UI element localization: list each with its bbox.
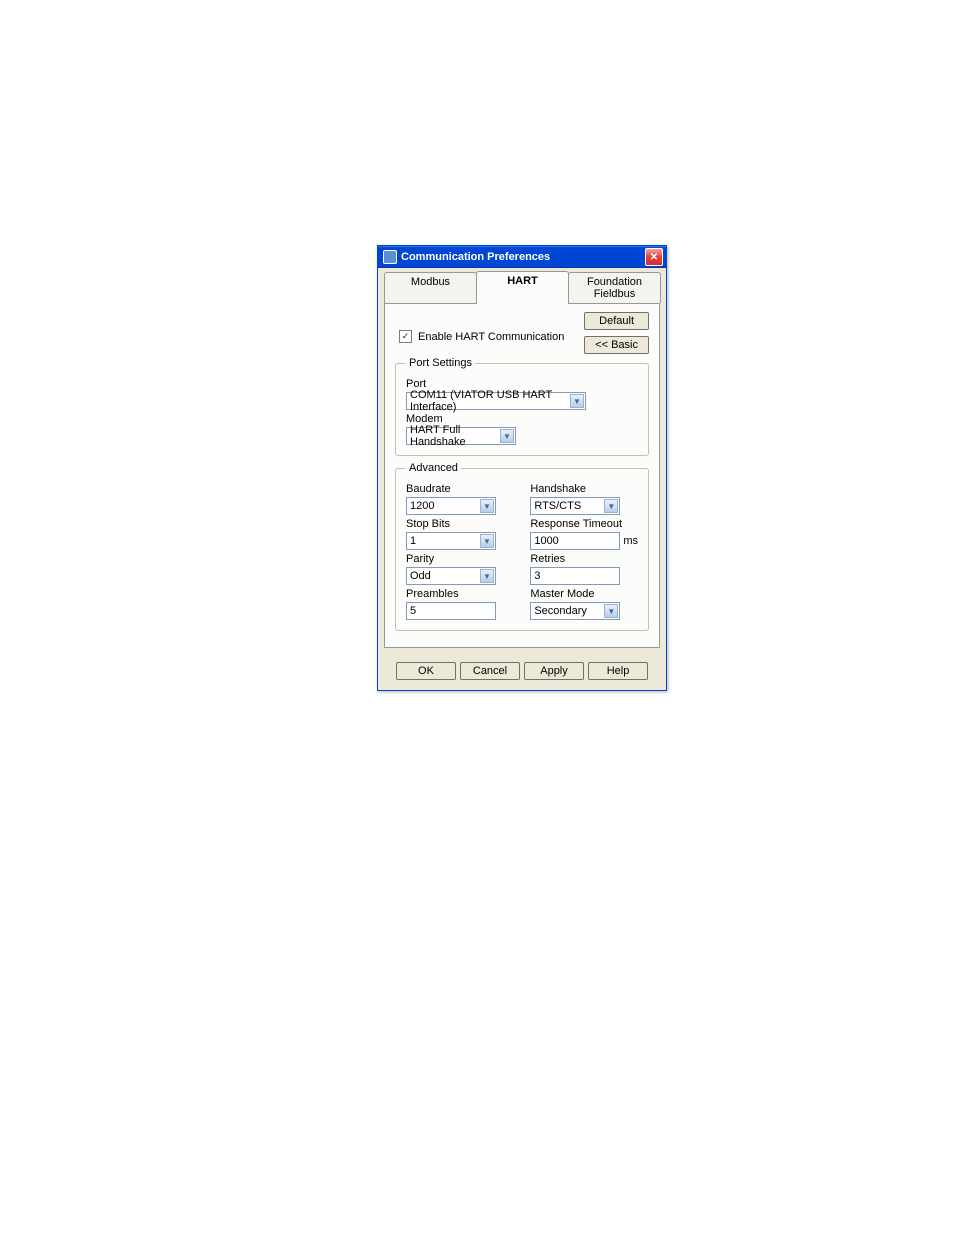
basic-button[interactable]: << Basic — [584, 336, 649, 354]
timeout-value: 1000 — [534, 535, 558, 547]
timeout-unit: ms — [623, 535, 638, 547]
tab-label: Foundation Fieldbus — [587, 276, 642, 300]
tab-foundation-fieldbus[interactable]: Foundation Fieldbus — [568, 272, 661, 303]
chevron-down-icon: ▼ — [480, 534, 494, 548]
close-button[interactable]: ✕ — [645, 248, 663, 266]
chevron-down-icon: ▼ — [570, 394, 584, 408]
retries-label: Retries — [530, 553, 638, 565]
timeout-field[interactable]: 1000 — [530, 532, 620, 550]
app-icon — [383, 250, 397, 264]
chevron-down-icon: ▼ — [480, 499, 494, 513]
tab-hart[interactable]: HART — [476, 271, 569, 304]
master-mode-select[interactable]: Secondary ▼ — [530, 602, 620, 620]
tab-label: HART — [507, 275, 538, 287]
port-select[interactable]: COM11 (VIATOR USB HART Interface) ▼ — [406, 392, 586, 410]
chevron-down-icon: ▼ — [480, 569, 494, 583]
tab-body-hart: Default << Basic ✓ Enable HART Communica… — [384, 303, 660, 648]
baudrate-label: Baudrate — [406, 483, 508, 495]
tab-modbus[interactable]: Modbus — [384, 272, 477, 303]
master-value: Secondary — [534, 605, 587, 617]
port-value: COM11 (VIATOR USB HART Interface) — [410, 389, 582, 413]
modem-value: HART Full Handshake — [410, 424, 512, 448]
advanced-group: Advanced Baudrate 1200 ▼ Stop Bits 1 ▼ P… — [395, 462, 649, 631]
parity-select[interactable]: Odd ▼ — [406, 567, 496, 585]
handshake-label: Handshake — [530, 483, 638, 495]
communication-preferences-dialog: Communication Preferences ✕ Modbus HART … — [377, 245, 667, 691]
tab-strip: Modbus HART Foundation Fieldbus — [384, 272, 660, 303]
baudrate-value: 1200 — [410, 500, 434, 512]
preambles-field[interactable]: 5 — [406, 602, 496, 620]
advanced-legend: Advanced — [406, 462, 461, 474]
titlebar[interactable]: Communication Preferences ✕ — [378, 246, 666, 268]
master-label: Master Mode — [530, 588, 638, 600]
handshake-select[interactable]: RTS/CTS ▼ — [530, 497, 620, 515]
enable-hart-checkbox[interactable]: ✓ — [399, 330, 412, 343]
stopbits-value: 1 — [410, 535, 416, 547]
handshake-value: RTS/CTS — [534, 500, 581, 512]
port-settings-group: Port Settings Port COM11 (VIATOR USB HAR… — [395, 357, 649, 456]
stopbits-label: Stop Bits — [406, 518, 508, 530]
preambles-value: 5 — [410, 605, 416, 617]
tab-label: Modbus — [411, 276, 450, 288]
chevron-down-icon: ▼ — [500, 429, 514, 443]
timeout-label: Response Timeout — [530, 518, 638, 530]
close-icon: ✕ — [650, 252, 658, 263]
default-button[interactable]: Default — [584, 312, 649, 330]
enable-hart-label: Enable HART Communication — [418, 331, 564, 343]
baudrate-select[interactable]: 1200 ▼ — [406, 497, 496, 515]
retries-field[interactable]: 3 — [530, 567, 620, 585]
chevron-down-icon: ▼ — [604, 499, 618, 513]
preambles-label: Preambles — [406, 588, 508, 600]
port-settings-legend: Port Settings — [406, 357, 475, 369]
parity-label: Parity — [406, 553, 508, 565]
apply-button[interactable]: Apply — [524, 662, 584, 680]
stopbits-select[interactable]: 1 ▼ — [406, 532, 496, 550]
window-title: Communication Preferences — [401, 251, 550, 263]
help-button[interactable]: Help — [588, 662, 648, 680]
retries-value: 3 — [534, 570, 540, 582]
chevron-down-icon: ▼ — [604, 604, 618, 618]
dialog-button-row: OK Cancel Apply Help — [378, 654, 666, 690]
parity-value: Odd — [410, 570, 431, 582]
modem-select[interactable]: HART Full Handshake ▼ — [406, 427, 516, 445]
check-icon: ✓ — [402, 331, 410, 342]
cancel-button[interactable]: Cancel — [460, 662, 520, 680]
ok-button[interactable]: OK — [396, 662, 456, 680]
